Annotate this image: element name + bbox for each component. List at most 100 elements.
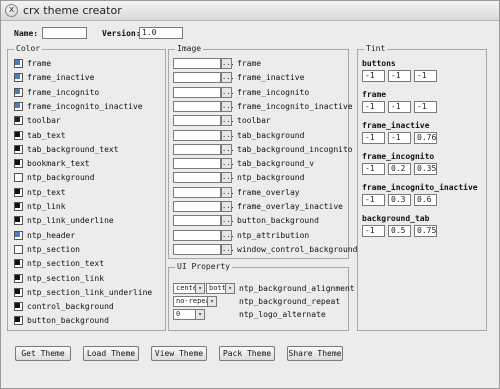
color-label: ntp_text: [27, 187, 66, 197]
image-path-input[interactable]: [173, 100, 221, 112]
image-path-input[interactable]: [173, 215, 221, 227]
color-swatch[interactable]: [14, 316, 23, 326]
color-swatch[interactable]: [14, 116, 23, 126]
tint-value-field[interactable]: 0.3: [388, 194, 411, 206]
color-label: ntp_header: [27, 230, 76, 240]
browse-button[interactable]: ...: [221, 72, 235, 84]
tint-value-field[interactable]: -1: [362, 101, 385, 113]
version-field[interactable]: 1.0: [139, 27, 183, 39]
browse-button[interactable]: ...: [221, 158, 235, 170]
image-path-input[interactable]: [173, 58, 221, 69]
color-label: ntp_section_text: [27, 259, 105, 269]
browse-button[interactable]: ...: [221, 215, 235, 227]
tint-label: frame_incognito: [362, 152, 435, 161]
tint-value-field[interactable]: -1: [362, 132, 385, 144]
color-swatch[interactable]: [14, 144, 23, 154]
tint-value-field[interactable]: -1: [362, 225, 385, 237]
tint-value-field[interactable]: -1: [388, 70, 411, 82]
browse-button[interactable]: ...: [221, 100, 235, 112]
image-label: tab_background_incognito: [237, 144, 353, 154]
color-swatch[interactable]: [14, 101, 23, 111]
browse-button[interactable]: ...: [221, 86, 235, 98]
image-label: window_control_background: [237, 244, 358, 254]
tint-value-field[interactable]: -1: [414, 101, 437, 113]
tint-value-field[interactable]: 0.5: [388, 225, 411, 237]
tint-value-field[interactable]: -1: [362, 70, 385, 82]
property-select[interactable]: bott ▾: [206, 283, 235, 294]
color-swatch-fill: [15, 117, 20, 123]
color-swatch[interactable]: [14, 173, 23, 183]
property-select[interactable]: 0 ▾: [173, 309, 205, 320]
image-path-input[interactable]: [173, 143, 221, 155]
name-field[interactable]: [42, 27, 87, 39]
browse-button[interactable]: ...: [221, 201, 235, 212]
color-swatch[interactable]: [14, 87, 23, 97]
tint-label: background_tab: [362, 214, 430, 223]
color-swatch[interactable]: [14, 216, 23, 226]
color-swatch[interactable]: [14, 244, 23, 254]
browse-button[interactable]: ...: [221, 129, 235, 141]
image-label: button_background: [237, 216, 319, 226]
tint-label: frame_incognito_inactive: [362, 183, 478, 192]
tint-value-field[interactable]: 0.6: [414, 194, 437, 206]
color-swatch[interactable]: [14, 287, 23, 297]
chevron-down-icon: ▾: [225, 284, 234, 293]
action-button[interactable]: View Theme: [151, 346, 207, 361]
image-label: toolbar: [237, 116, 271, 126]
color-label: ntp_link: [27, 202, 66, 211]
image-path-input[interactable]: [173, 172, 221, 184]
browse-button[interactable]: ...: [221, 115, 235, 127]
color-swatch-fill: [15, 317, 20, 323]
color-swatch[interactable]: [14, 202, 23, 211]
image-path-input[interactable]: [173, 243, 221, 255]
action-button[interactable]: Load Theme: [83, 346, 139, 361]
color-group-legend: Color: [14, 44, 43, 53]
tint-label: frame: [362, 90, 387, 99]
property-select[interactable]: center ▾: [173, 283, 205, 294]
tint-value-field[interactable]: 0.35: [414, 163, 437, 175]
color-swatch[interactable]: [14, 302, 23, 312]
image-path-input[interactable]: [173, 186, 221, 198]
tint-value-field[interactable]: 0.76: [414, 132, 437, 144]
browse-button[interactable]: ...: [221, 143, 235, 155]
image-path-input[interactable]: [173, 115, 221, 127]
tint-value-field[interactable]: -1: [388, 101, 411, 113]
color-swatch[interactable]: [14, 130, 23, 140]
color-label: tab_text: [27, 130, 66, 140]
color-label: control_background: [27, 302, 114, 312]
color-swatch[interactable]: [14, 273, 23, 283]
image-path-input[interactable]: [173, 158, 221, 170]
action-button[interactable]: Get Theme: [15, 346, 71, 361]
image-label: frame_incognito: [237, 87, 310, 97]
browse-button[interactable]: ...: [221, 186, 235, 198]
tint-value-field[interactable]: 0.2: [388, 163, 411, 175]
color-swatch[interactable]: [14, 259, 23, 269]
action-button[interactable]: Pack Theme: [219, 346, 275, 361]
action-button[interactable]: Share Theme: [287, 346, 343, 361]
tint-value-field[interactable]: -1: [362, 163, 385, 175]
property-select-value: 0: [176, 310, 181, 318]
image-path-input[interactable]: [173, 86, 221, 98]
browse-button[interactable]: ...: [221, 229, 235, 241]
color-swatch[interactable]: [14, 230, 23, 240]
color-swatch[interactable]: [14, 59, 23, 68]
browse-button[interactable]: ...: [221, 172, 235, 184]
tint-group-legend: Tint: [364, 44, 388, 53]
color-swatch[interactable]: [14, 159, 23, 169]
tint-value-field[interactable]: -1: [414, 70, 437, 82]
color-swatch[interactable]: [14, 73, 23, 83]
image-path-input[interactable]: [173, 201, 221, 212]
tint-value-field[interactable]: 0.75: [414, 225, 437, 237]
image-path-input[interactable]: [173, 72, 221, 84]
chevron-down-icon: ▾: [195, 284, 204, 293]
image-path-input[interactable]: [173, 129, 221, 141]
browse-button[interactable]: ...: [221, 58, 235, 69]
browse-button[interactable]: ...: [221, 243, 235, 255]
tint-value-field[interactable]: -1: [362, 194, 385, 206]
tint-label: buttons: [362, 59, 396, 68]
tint-value-field[interactable]: -1: [388, 132, 411, 144]
color-swatch[interactable]: [14, 187, 23, 197]
property-select[interactable]: no-repeat ▾: [173, 296, 217, 307]
close-icon[interactable]: x: [5, 4, 18, 17]
image-path-input[interactable]: [173, 229, 221, 241]
